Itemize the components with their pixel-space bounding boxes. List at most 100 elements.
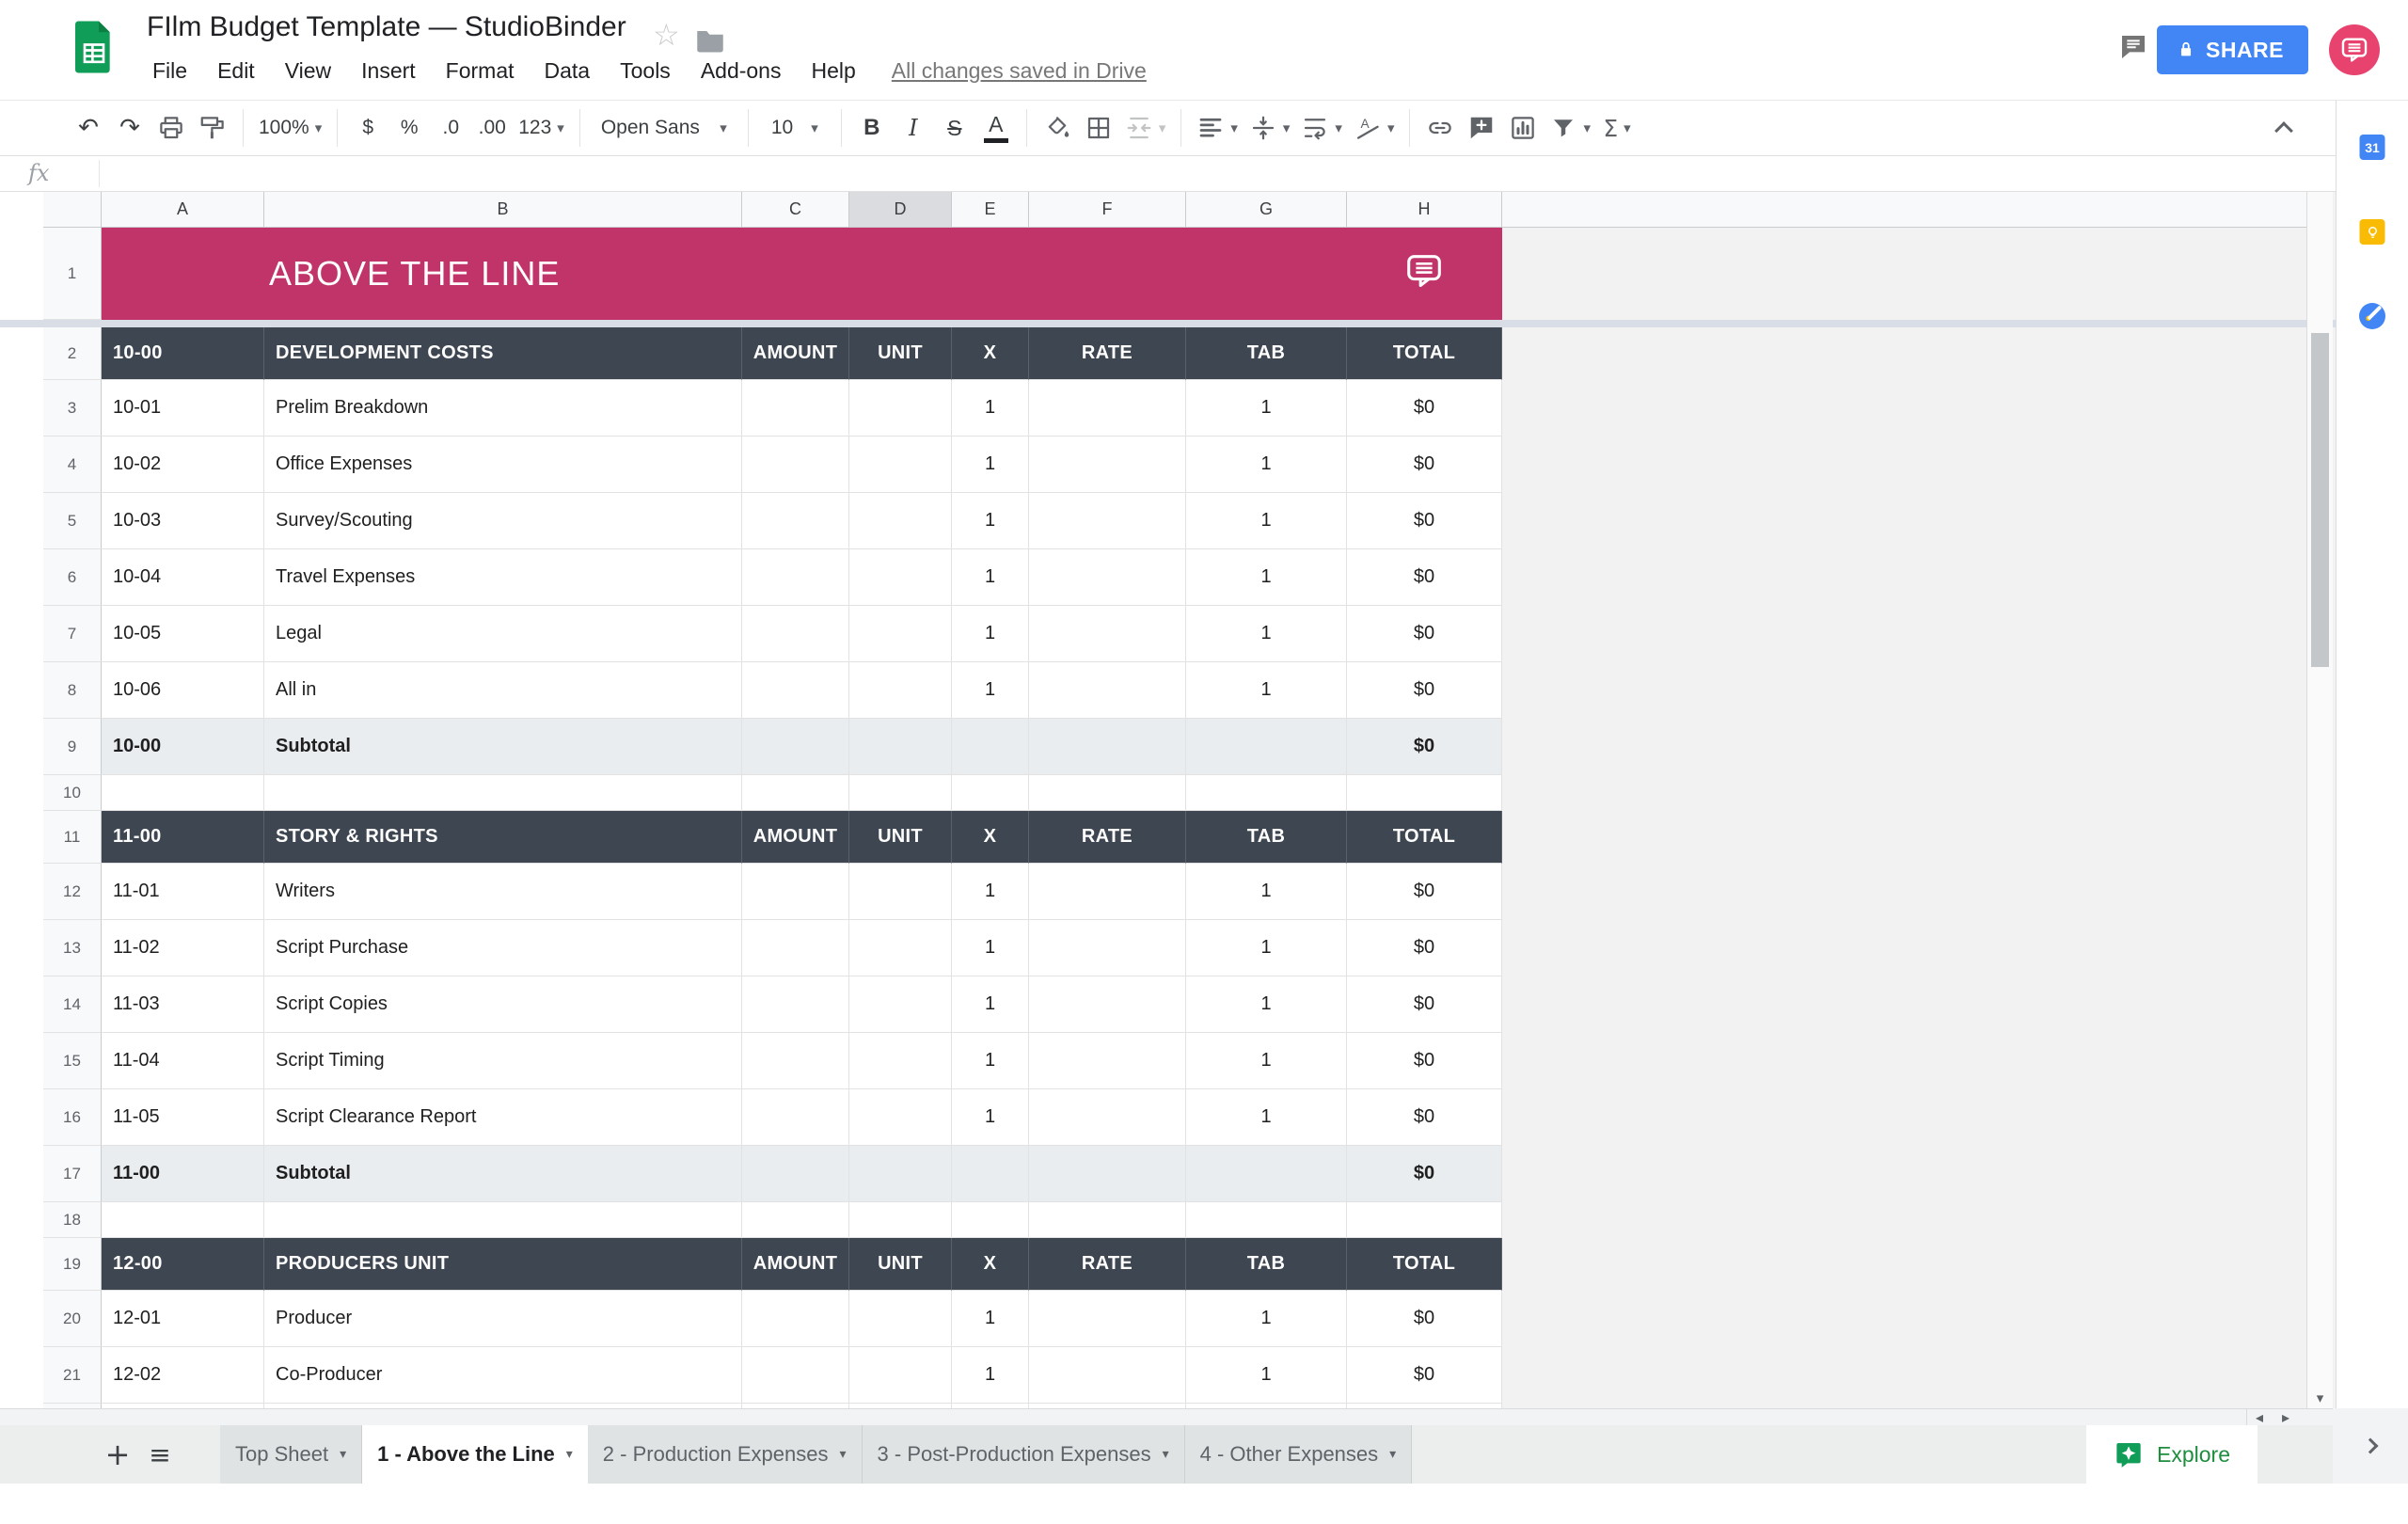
- cell[interactable]: [849, 1202, 952, 1238]
- banner-cell[interactable]: ABOVE THE LINE: [102, 228, 1502, 320]
- cell[interactable]: TAB: [1186, 1238, 1347, 1291]
- cell[interactable]: 10-02: [102, 437, 264, 493]
- cell[interactable]: [742, 976, 849, 1033]
- cell[interactable]: [1029, 1146, 1186, 1202]
- cell[interactable]: X: [952, 327, 1029, 380]
- cell[interactable]: Office Expenses: [264, 437, 742, 493]
- insert-comment-button[interactable]: [1461, 105, 1502, 151]
- menu-item-format[interactable]: Format: [431, 53, 530, 89]
- column-header-A[interactable]: A: [102, 192, 264, 227]
- cell[interactable]: TOTAL: [1347, 811, 1502, 864]
- cell[interactable]: [849, 437, 952, 493]
- google-sheets-logo-icon[interactable]: [75, 21, 113, 73]
- row-header[interactable]: 14: [43, 976, 102, 1033]
- cell[interactable]: [742, 1202, 849, 1238]
- document-title[interactable]: FIlm Budget Template — StudioBinder: [147, 11, 626, 43]
- sheet-tab-top-sheet[interactable]: Top Sheet▾: [220, 1425, 362, 1484]
- cell[interactable]: [1029, 1291, 1186, 1347]
- cell[interactable]: UNIT: [849, 811, 952, 864]
- cell[interactable]: 1: [952, 1347, 1029, 1404]
- cell[interactable]: [1029, 920, 1186, 976]
- cell[interactable]: 1: [1186, 1347, 1347, 1404]
- cell[interactable]: 11-01: [102, 864, 264, 920]
- cell[interactable]: [1186, 1202, 1347, 1238]
- text-rotation-button[interactable]: A ▾: [1348, 105, 1401, 151]
- menu-item-addons[interactable]: Add-ons: [686, 53, 797, 89]
- cell[interactable]: AMOUNT: [742, 1238, 849, 1291]
- cell[interactable]: [849, 1347, 952, 1404]
- cell[interactable]: Script Timing: [264, 1033, 742, 1089]
- cell[interactable]: [849, 1033, 952, 1089]
- add-sheet-button[interactable]: +: [98, 1425, 137, 1484]
- cell[interactable]: [952, 1146, 1029, 1202]
- cell[interactable]: 1: [952, 549, 1029, 606]
- cell[interactable]: [264, 1202, 742, 1238]
- row-header[interactable]: 15: [43, 1033, 102, 1089]
- horizontal-align-button[interactable]: ▾: [1191, 105, 1244, 151]
- column-header-E[interactable]: E: [952, 192, 1029, 227]
- cell[interactable]: 10-00: [102, 719, 264, 775]
- formula-input[interactable]: [111, 156, 2326, 191]
- paint-format-button[interactable]: [192, 105, 233, 151]
- cell[interactable]: [742, 493, 849, 549]
- row-header[interactable]: 6: [43, 549, 102, 606]
- cell[interactable]: [849, 1146, 952, 1202]
- row-header[interactable]: 7: [43, 606, 102, 662]
- expand-panel-icon[interactable]: [2363, 1438, 2376, 1452]
- cell[interactable]: UNIT: [849, 1238, 952, 1291]
- cell[interactable]: 11-04: [102, 1033, 264, 1089]
- cell[interactable]: $0: [1347, 1033, 1502, 1089]
- cell[interactable]: 1: [1186, 1089, 1347, 1146]
- chevron-down-icon[interactable]: ▾: [1163, 1447, 1169, 1462]
- column-header-B[interactable]: B: [264, 192, 742, 227]
- cell[interactable]: [264, 775, 742, 811]
- cell[interactable]: $0: [1347, 976, 1502, 1033]
- vertical-scrollbar[interactable]: ▾: [2306, 192, 2333, 1408]
- cell[interactable]: [1029, 493, 1186, 549]
- google-calendar-icon[interactable]: 31: [2360, 135, 2385, 160]
- cell[interactable]: [952, 1202, 1029, 1238]
- star-icon[interactable]: ☆: [653, 17, 680, 53]
- cell[interactable]: RATE: [1029, 811, 1186, 864]
- comments-icon[interactable]: [2118, 32, 2148, 67]
- menu-item-view[interactable]: View: [270, 53, 346, 89]
- cell[interactable]: [1029, 1033, 1186, 1089]
- account-avatar[interactable]: [2329, 24, 2380, 75]
- cell[interactable]: [1029, 549, 1186, 606]
- cell[interactable]: [1347, 1202, 1502, 1238]
- sheet-tab-3-post-production-expenses[interactable]: 3 - Post-Production Expenses▾: [863, 1425, 1185, 1484]
- cell[interactable]: 10-01: [102, 380, 264, 437]
- cell[interactable]: [1029, 719, 1186, 775]
- cell[interactable]: $0: [1347, 1089, 1502, 1146]
- row-header[interactable]: 17: [43, 1146, 102, 1202]
- cell[interactable]: 1: [1186, 920, 1347, 976]
- menu-item-tools[interactable]: Tools: [605, 53, 686, 89]
- cell[interactable]: [742, 549, 849, 606]
- cell[interactable]: [849, 920, 952, 976]
- frozen-row-divider[interactable]: [0, 320, 2336, 327]
- vertical-align-button[interactable]: ▾: [1244, 105, 1296, 151]
- undo-button[interactable]: ↶: [68, 105, 109, 151]
- cell[interactable]: 10-00: [102, 327, 264, 380]
- cell[interactable]: $0: [1347, 1347, 1502, 1404]
- sheet-tab-2-production-expenses[interactable]: 2 - Production Expenses▾: [588, 1425, 863, 1484]
- fill-color-button[interactable]: [1037, 105, 1078, 151]
- row-header[interactable]: 9: [43, 719, 102, 775]
- cell[interactable]: [102, 1202, 264, 1238]
- cell[interactable]: $0: [1347, 662, 1502, 719]
- cell[interactable]: TOTAL: [1347, 1238, 1502, 1291]
- cell[interactable]: $0: [1347, 864, 1502, 920]
- google-keep-icon[interactable]: [2360, 219, 2385, 245]
- format-currency-button[interactable]: $: [347, 105, 388, 151]
- cell[interactable]: 1: [1186, 1291, 1347, 1347]
- cell[interactable]: $0: [1347, 380, 1502, 437]
- cell[interactable]: TAB: [1186, 811, 1347, 864]
- cell[interactable]: [1029, 976, 1186, 1033]
- cell[interactable]: Subtotal: [264, 1146, 742, 1202]
- share-button[interactable]: SHARE: [2157, 25, 2308, 74]
- cell[interactable]: 11-03: [102, 976, 264, 1033]
- cell[interactable]: 1: [1186, 864, 1347, 920]
- cell[interactable]: 11-02: [102, 920, 264, 976]
- row-header[interactable]: 5: [43, 493, 102, 549]
- cell[interactable]: 11-00: [102, 811, 264, 864]
